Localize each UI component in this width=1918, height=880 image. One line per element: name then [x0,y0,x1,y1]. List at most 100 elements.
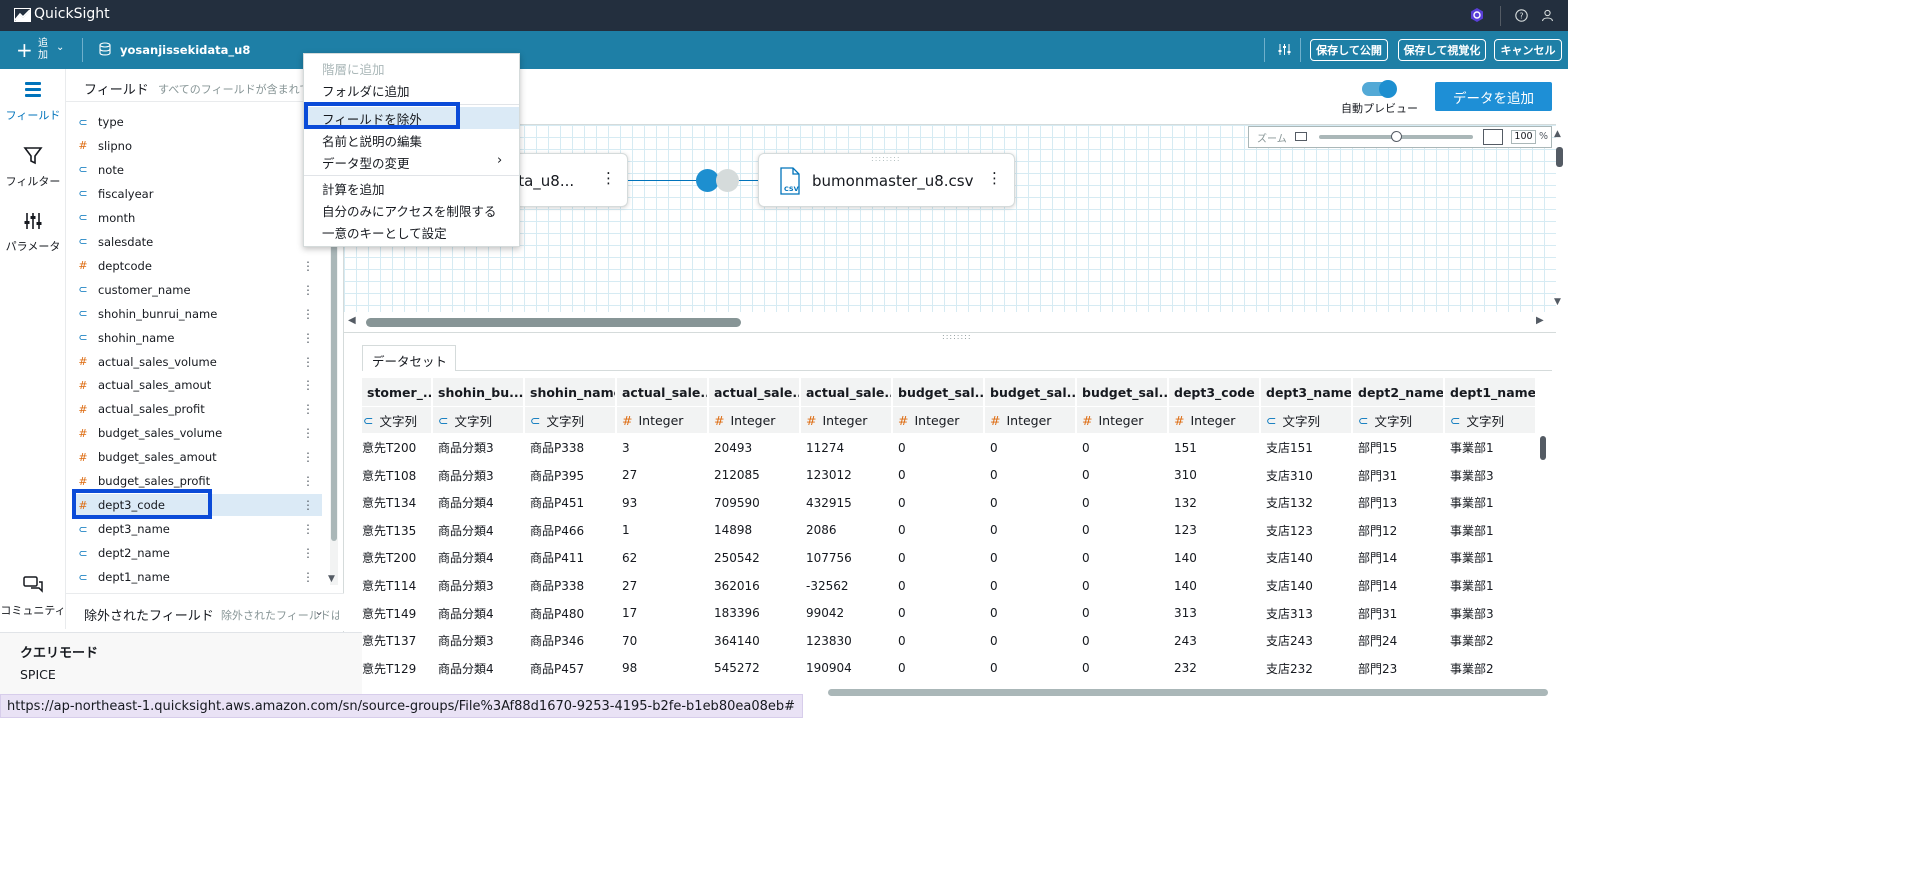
column-header[interactable]: dept2_name [1353,378,1445,406]
field-item[interactable]: # budget_sales_amout ⋮ [74,446,322,468]
column-header[interactable]: shohin_name [525,378,617,406]
menu-item-change-data-type[interactable]: データ型の変更 › [304,151,519,173]
field-item[interactable]: ⊂ dept2_name ⋮ [74,542,322,564]
column-header[interactable]: dept3_code [1169,378,1261,406]
drag-handle-icon[interactable]: :::::::: [871,154,901,163]
field-menu-icon[interactable]: ⋮ [302,331,314,345]
field-item[interactable]: ⊂ salesdate [74,231,322,253]
dataset-name[interactable]: yosanjissekidata_u8 [120,43,250,57]
fit-screen-icon[interactable] [1483,129,1503,145]
column-type[interactable]: # Integer [1077,407,1169,433]
field-item[interactable]: ⊂ shohin_name ⋮ [74,327,322,349]
column-header[interactable]: actual_sale... [617,378,709,406]
quicksight-q-icon[interactable] [1468,6,1486,24]
user-icon[interactable] [1538,6,1556,24]
field-menu-icon[interactable]: ⋮ [302,426,314,440]
canvas-h-scrollbar[interactable]: ◀ ▶ [344,312,1556,332]
scroll-down-arrow-icon[interactable]: ▼ [1554,297,1561,307]
scroll-right-arrow-icon[interactable]: ▶ [1536,315,1544,326]
field-item[interactable]: ⊂ shohin_bunrui_name ⋮ [74,303,322,325]
column-type[interactable]: ⊂ 文字列 [1445,407,1537,433]
column-header[interactable]: stomer_... [362,378,433,406]
column-type[interactable]: # Integer [801,407,893,433]
excluded-fields-section[interactable]: 除外されたフィールド 除外されたフィールドは ⌄ [66,593,344,631]
column-header[interactable]: dept1_name [1445,378,1537,406]
column-header[interactable]: budget_sal... [985,378,1077,406]
scroll-left-arrow-icon[interactable]: ◀ [348,315,356,326]
menu-item-restrict-access[interactable]: 自分のみにアクセスを制限する [304,199,519,221]
field-item[interactable]: ⊂ type [74,111,322,133]
column-header[interactable]: budget_sal... [893,378,985,406]
field-menu-icon[interactable]: ⋮ [302,546,314,560]
tab-dataset[interactable]: データセット [362,345,456,371]
field-menu-icon[interactable]: ⋮ [302,283,314,297]
column-header[interactable]: budget_sal... [1077,378,1169,406]
field-item[interactable]: # deptcode ⋮ [74,255,322,277]
dataset-node-right[interactable]: :::::::: CSV bumonmaster_u8.csv ⋮ [758,153,1015,207]
field-item[interactable]: # slipno [74,135,322,157]
splitter-handle-icon[interactable]: :::::::: [942,332,972,341]
field-item[interactable]: ⊂ fiscalyear [74,183,322,205]
field-menu-icon[interactable]: ⋮ [302,522,314,536]
add-button[interactable]: + 追加 ⌄ [10,35,72,65]
auto-preview-toggle[interactable]: 自動プレビュー [1335,80,1425,115]
column-header[interactable]: dept3_name [1261,378,1353,406]
zoom-slider-handle[interactable] [1391,131,1402,142]
rail-item-filter[interactable]: フィルター [0,145,66,189]
field-item[interactable]: # budget_sales_volume ⋮ [74,422,322,444]
field-menu-icon[interactable]: ⋮ [302,259,314,273]
scroll-down-arrow-icon[interactable]: ▼ [328,574,335,584]
field-menu-icon[interactable]: ⋮ [302,307,314,321]
save-publish-button[interactable]: 保存して公開 [1310,39,1388,61]
field-item[interactable]: ⊂ note [74,159,322,181]
menu-item-set-unique-key[interactable]: 一意のキーとして設定 [304,221,519,243]
column-header[interactable]: shohin_bu... [433,378,525,406]
add-data-button[interactable]: データを追加 [1435,82,1552,111]
field-item[interactable]: ⊂ customer_name ⋮ [74,279,322,301]
save-visualize-button[interactable]: 保存して視覚化 [1398,39,1486,61]
h-scrollbar-thumb[interactable] [366,318,741,327]
menu-item-add-to-folder[interactable]: フォルダに追加 [304,79,519,101]
column-type[interactable]: # Integer [709,407,801,433]
table-h-scrollbar-thumb[interactable] [828,689,1548,696]
column-type[interactable]: # Integer [985,407,1077,433]
column-type[interactable]: # Integer [1169,407,1261,433]
chevron-down-icon[interactable]: ⌄ [314,604,324,618]
scroll-up-arrow-icon[interactable]: ▲ [1554,129,1561,139]
join-icon-right-circle[interactable] [716,169,739,192]
field-item[interactable]: # actual_sales_volume ⋮ [74,351,322,373]
column-header[interactable]: actual_sale... [801,378,893,406]
node-menu-icon[interactable]: ⋮ [601,169,616,187]
field-menu-icon[interactable]: ⋮ [302,450,314,464]
help-icon[interactable]: ? [1512,6,1530,24]
field-menu-icon[interactable]: ⋮ [302,402,314,416]
rail-item-community[interactable]: コミュニティ [0,574,66,618]
canvas-scrollbar-thumb[interactable] [1556,147,1563,167]
table-v-scrollbar-thumb[interactable] [1540,436,1546,460]
column-type[interactable]: ⊂ 文字列 [433,407,525,433]
menu-item-edit-name-description[interactable]: 名前と説明の編集 [304,129,519,151]
column-type[interactable]: ⊂ 文字列 [1353,407,1445,433]
node-menu-icon[interactable]: ⋮ [987,169,1002,187]
field-menu-icon[interactable]: ⋮ [302,378,314,392]
field-item[interactable]: ⊂ month [74,207,322,229]
column-header[interactable]: actual_sale... [709,378,801,406]
field-menu-icon[interactable]: ⋮ [302,474,314,488]
menu-item-add-calculation[interactable]: 計算を追加 [304,177,519,199]
join-canvas[interactable]: ズーム 100 % ata_u8... ⋮ :::::::: CSV bumon… [344,124,1563,312]
settings-sliders-icon[interactable] [1278,43,1291,56]
column-type[interactable]: # Integer [893,407,985,433]
field-menu-icon[interactable]: ⋮ [302,355,314,369]
zoom-value-input[interactable]: 100 [1511,130,1536,144]
column-type[interactable]: ⊂ 文字列 [1261,407,1353,433]
field-menu-icon[interactable]: ⋮ [302,498,314,512]
field-item[interactable]: # actual_sales_profit ⋮ [74,398,322,420]
column-type[interactable]: ⊂ 文字列 [525,407,617,433]
field-menu-icon[interactable]: ⋮ [302,570,314,584]
field-item[interactable]: ⊂ dept1_name ⋮ [74,566,322,588]
column-type[interactable]: # Integer [617,407,709,433]
field-item[interactable]: ⊂ dept3_name ⋮ [74,518,322,540]
field-item[interactable]: # actual_sales_amout ⋮ [74,374,322,396]
rail-item-fields[interactable]: フィールド [0,79,66,123]
rail-item-parameters[interactable]: パラメータ [0,210,66,254]
